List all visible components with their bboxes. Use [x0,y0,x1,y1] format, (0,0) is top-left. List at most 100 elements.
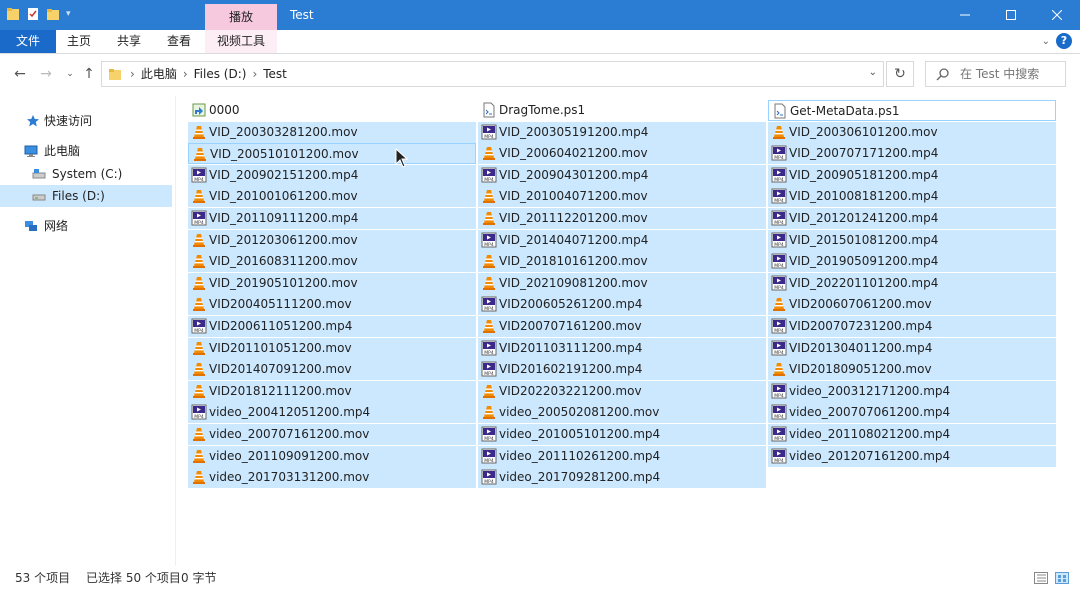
file-name: VID_200902151200.mp4 [209,167,359,182]
svg-text:MP4: MP4 [774,436,784,442]
file-item[interactable]: MP4 VID_201201241200.mp4 [768,208,1056,229]
file-item[interactable]: MP4 VID_201905091200.mp4 [768,251,1056,273]
file-item[interactable]: video_200707161200.mov [188,424,476,445]
up-button[interactable]: ↑ [79,64,99,84]
search-box[interactable] [925,61,1066,87]
file-item[interactable]: MP4 VID_200905181200.mp4 [768,164,1056,186]
file-item[interactable]: VID200707161200.mov [478,316,766,337]
file-item[interactable]: MP4 VID_200904301200.mp4 [478,164,766,186]
file-item[interactable]: VID_201905101200.mov [188,272,476,294]
tab-share[interactable]: 共享 [117,30,141,53]
maximize-button[interactable] [988,0,1034,30]
file-item[interactable]: VID201812111200.mov [188,380,476,402]
file-item[interactable]: VID_200303281200.mov [188,121,476,143]
forward-button[interactable]: → [36,64,56,84]
breadcrumb-files-d[interactable]: Files (D:) [194,62,247,86]
help-icon[interactable]: ? [1056,33,1072,49]
file-item[interactable]: MP4 VID200707231200.mp4 [768,316,1056,337]
file-item[interactable]: 0000 [188,100,476,121]
tab-home[interactable]: 主页 [67,30,91,53]
file-name: video_200412051200.mp4 [209,405,371,420]
file-item[interactable]: video_201109091200.mov [188,445,476,467]
file-item[interactable]: MP4 VID201304011200.mp4 [768,337,1056,359]
file-item[interactable]: VID200405111200.mov [188,294,476,316]
properties-icon[interactable] [26,6,40,22]
back-button[interactable]: ← [10,64,30,84]
tab-video-tools[interactable]: 视频工具 [205,30,277,53]
file-item[interactable]: MP4 VID_201404071200.mp4 [478,229,766,251]
file-item[interactable]: MP4 VID_202201101200.mp4 [768,272,1056,294]
file-item[interactable]: MP4 VID201103111200.mp4 [478,337,766,359]
file-item[interactable]: VID_200510101200.mov [188,143,476,165]
context-tab-play[interactable]: 播放 [205,4,277,30]
breadcrumb-test[interactable]: Test [263,62,287,86]
sidebar-item-quick-access[interactable]: 快速访问 [0,110,172,132]
tab-view[interactable]: 查看 [167,30,191,53]
details-view-icon[interactable] [1034,572,1048,584]
file-item[interactable]: MP4 VID_200305191200.mp4 [478,121,766,143]
file-item[interactable]: MP4 VID_201501081200.mp4 [768,229,1056,251]
file-item[interactable]: MP4 video_200412051200.mp4 [188,402,476,424]
file-name: VID_200306101200.mov [789,124,938,139]
sidebar-item-this-pc[interactable]: 此电脑 [0,140,172,162]
file-item[interactable]: MP4 VID_201008181200.mp4 [768,186,1056,208]
close-button[interactable] [1034,0,1080,30]
vlc-cone-icon [193,471,205,485]
sidebar-item-system-c[interactable]: System (C:) [0,163,172,185]
file-name: Get-MetaData.ps1 [790,104,900,118]
file-item[interactable]: MP4 VID_200902151200.mp4 [188,164,476,186]
refresh-button[interactable]: ↻ [886,61,914,87]
recent-locations-button[interactable]: ⌄ [60,64,80,84]
file-item[interactable]: Get-MetaData.ps1 [768,100,1056,121]
sidebar-item-network[interactable]: 网络 [0,215,172,237]
file-item[interactable]: MP4 video_201709281200.mp4 [478,467,766,489]
file-item[interactable]: VID200607061200.mov [768,294,1056,316]
file-item[interactable]: VID_201203061200.mov [188,229,476,251]
sidebar-item-files-d[interactable]: Files (D:) [0,185,172,207]
file-item[interactable]: VID_201112201200.mov [478,208,766,229]
file-item[interactable]: VID201407091200.mov [188,359,476,381]
address-dropdown-icon[interactable]: ⌄ [869,67,877,78]
file-name: VID201407091200.mov [209,362,352,377]
chevron-down-icon: ⌄ [66,69,74,79]
chevron-down-icon[interactable]: ▾ [66,9,71,19]
file-item[interactable]: MP4 VID200611051200.mp4 [188,316,476,337]
tab-file[interactable]: 文件 [0,30,56,53]
file-item[interactable]: DragTome.ps1 [478,100,766,121]
file-item[interactable]: MP4 video_201108021200.mp4 [768,424,1056,445]
file-item[interactable]: video_201703131200.mov [188,467,476,489]
pane-divider[interactable] [175,96,176,566]
file-item[interactable]: MP4 VID_200707171200.mp4 [768,143,1056,165]
file-item[interactable]: VID201101051200.mov [188,337,476,359]
search-input[interactable] [960,65,1060,83]
address-bar[interactable]: › 此电脑 › Files (D:) › Test ⌄ [101,61,884,87]
breadcrumb-this-pc[interactable]: 此电脑 [141,62,177,86]
file-item[interactable]: VID_201608311200.mov [188,251,476,273]
file-item[interactable]: VID_201810161200.mov [478,251,766,273]
file-item[interactable]: MP4 VID_201109111200.mp4 [188,208,476,229]
file-item[interactable]: MP4 video_200707061200.mp4 [768,402,1056,424]
file-item[interactable]: MP4 video_201005101200.mp4 [478,424,766,445]
ribbon-expand-icon[interactable]: ⌄ [1042,36,1050,47]
file-item[interactable]: VID_201001061200.mov [188,186,476,208]
file-item[interactable]: VID_200306101200.mov [768,121,1056,143]
file-item[interactable]: MP4 video_201207161200.mp4 [768,445,1056,467]
file-item[interactable]: MP4 VID200605261200.mp4 [478,294,766,316]
file-item[interactable]: MP4 VID201602191200.mp4 [478,359,766,381]
minimize-button[interactable] [942,0,988,30]
file-item[interactable]: VID_200604021200.mov [478,143,766,165]
file-item[interactable]: video_200502081200.mov [478,402,766,424]
mp4-video-icon: MP4 [771,253,787,269]
file-item[interactable]: VID202203221200.mov [478,380,766,402]
file-item[interactable]: VID201809051200.mov [768,359,1056,381]
file-item[interactable]: VID_201004071200.mov [478,186,766,208]
file-item[interactable]: VID_202109081200.mov [478,272,766,294]
large-icons-view-icon[interactable] [1055,572,1069,584]
file-name: VID_201905091200.mp4 [789,254,939,269]
file-item[interactable]: MP4 video_201110261200.mp4 [478,445,766,467]
arrow-up-icon: ↑ [83,66,95,82]
file-name: VID201304011200.mp4 [789,340,933,355]
script-file-icon [774,103,786,119]
file-item[interactable]: MP4 video_200312171200.mp4 [768,380,1056,402]
new-folder-icon[interactable] [46,6,60,22]
